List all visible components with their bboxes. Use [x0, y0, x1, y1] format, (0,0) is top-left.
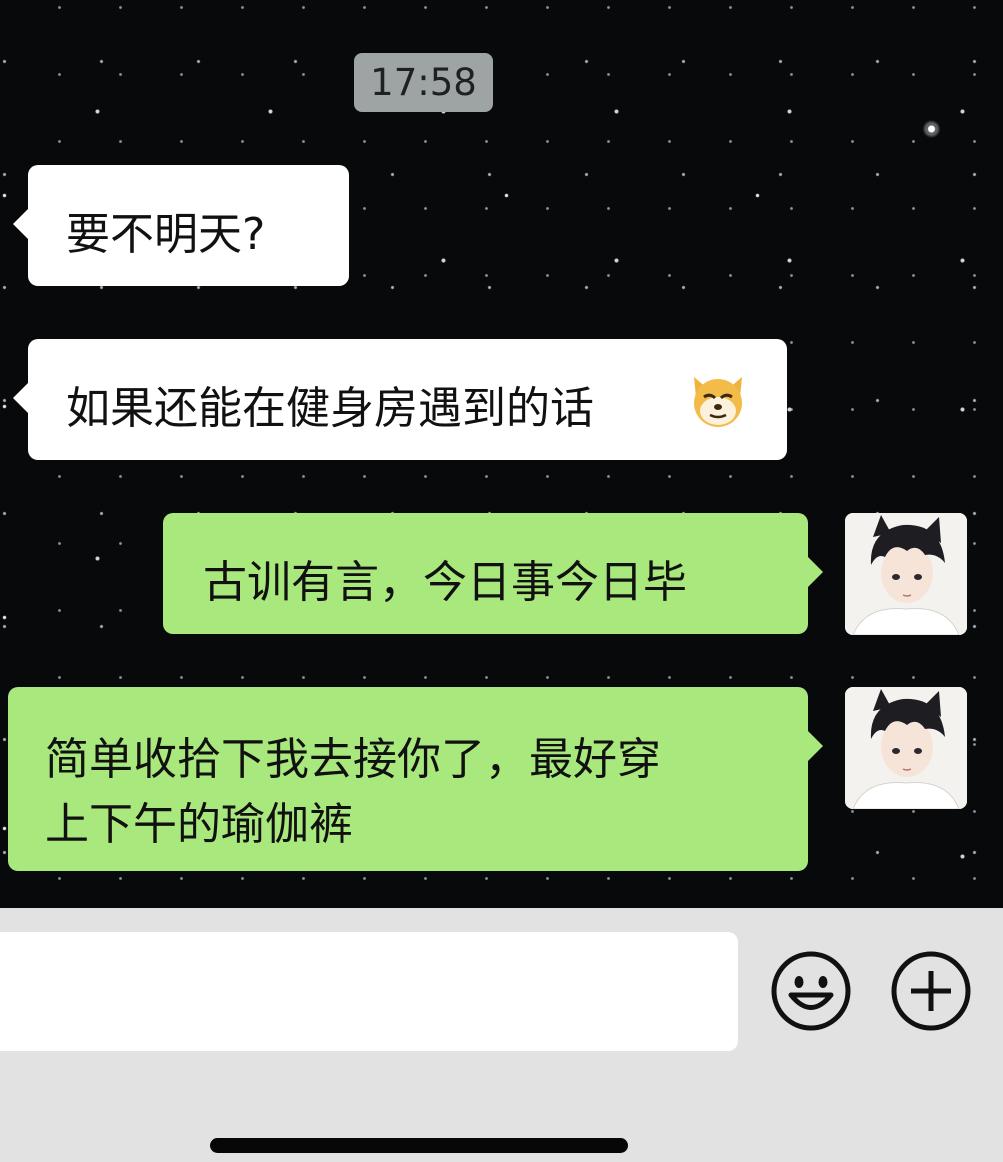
message-input[interactable]: [0, 932, 738, 1051]
avatar-image: [845, 687, 967, 809]
message-text: 古训有言，今日事今日毕: [203, 557, 687, 608]
input-bar: [0, 908, 1003, 1162]
plus-circle-icon[interactable]: [890, 950, 972, 1032]
avatar[interactable]: [845, 687, 967, 809]
message-text-line: 简单收拾下我去接你了，最好穿: [45, 734, 661, 785]
message-text: 如果还能在健身房遇到的话: [66, 383, 594, 434]
sent-message-bubble[interactable]: 古训有言，今日事今日毕: [163, 513, 823, 634]
smiley-icon[interactable]: [770, 950, 852, 1032]
doge-emoji-icon: [694, 377, 742, 427]
avatar[interactable]: [845, 513, 967, 635]
avatar-image: [845, 513, 967, 635]
message-text-line: 上下午的瑜伽裤: [45, 799, 353, 850]
received-message-bubble[interactable]: 要不明天?: [13, 165, 349, 286]
message-text: 要不明天?: [66, 209, 266, 260]
received-message-bubble[interactable]: 如果还能在健身房遇到的话: [13, 339, 787, 460]
chat-message-area[interactable]: 17:58 要不明天? 如果还能在健身房遇到的话 古训有言，今日事今日毕 简单收…: [0, 0, 1003, 908]
sent-message-bubble[interactable]: 简单收拾下我去接你了，最好穿 上下午的瑜伽裤: [8, 687, 823, 871]
timestamp-badge: 17:58: [354, 53, 493, 112]
home-indicator[interactable]: [210, 1138, 628, 1153]
